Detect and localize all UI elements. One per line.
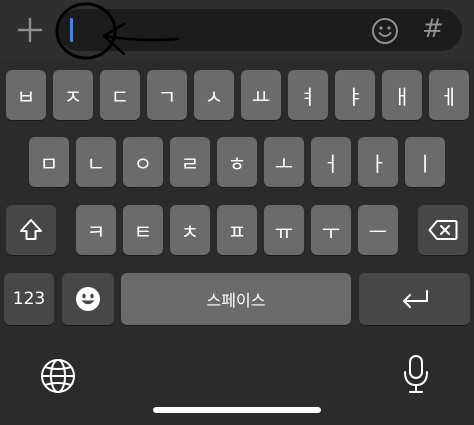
key-label: ㅍ [227,219,247,244]
space-key-label: 스페이스 [206,291,266,310]
key-row3[interactable]: ㅋ [76,205,116,255]
key-row3[interactable]: ㅍ [217,205,257,255]
key-row2[interactable]: ㅇ [123,137,163,187]
key-row1[interactable]: ㅐ [382,70,422,120]
backspace-key[interactable] [418,205,468,255]
key-row2[interactable]: ㅁ [29,137,69,187]
key-row1[interactable]: ㅕ [288,70,328,120]
key-label: ㅋ [86,219,106,244]
return-icon [402,290,428,308]
key-label: ㅣ [415,151,435,176]
numbers-key[interactable]: 123 [4,273,54,325]
key-label: ㄹ [180,151,200,176]
key-label: ㅁ [39,151,59,176]
key-label: ㄱ [157,84,177,109]
key-row3[interactable]: ㅜ [311,205,351,255]
key-row1[interactable]: ㅂ [6,70,46,120]
key-label: ㄷ [110,84,130,109]
key-label: ㅑ [345,84,365,109]
hashtag-label: # [422,14,444,44]
key-label: ㅈ [63,84,83,109]
key-row1[interactable]: ㄱ [147,70,187,120]
key-label: ㅡ [368,219,388,244]
key-label: ㅛ [251,84,271,109]
emoji-key[interactable] [62,273,114,325]
shift-icon [20,219,42,240]
key-label: ㅊ [180,219,200,244]
key-row1[interactable]: ㅔ [429,70,469,120]
numbers-key-label: 123 [12,289,46,309]
shift-key[interactable] [6,205,56,255]
key-row2[interactable]: ㄴ [76,137,116,187]
key-label: ㅅ [204,84,224,109]
key-label: ㅕ [298,84,318,109]
emoji-icon[interactable] [370,16,400,46]
hashtag-button[interactable]: # [418,14,450,46]
key-label: ㅗ [274,151,294,176]
return-key[interactable] [359,273,470,325]
backspace-icon [428,220,458,240]
space-key[interactable]: 스페이스 [121,273,351,325]
key-label: ㅓ [321,151,341,176]
key-label: ㅌ [133,219,153,244]
key-row2[interactable]: ㄹ [170,137,210,187]
key-row2[interactable]: ㅎ [217,137,257,187]
key-label: ㅠ [274,219,294,244]
text-cursor [70,18,73,42]
key-row2[interactable]: ㅏ [358,137,398,187]
key-row1[interactable]: ㅛ [241,70,281,120]
message-input[interactable] [58,9,462,51]
key-label: ㄴ [86,151,106,176]
key-row1[interactable]: ㅑ [335,70,375,120]
key-row3[interactable]: ㅠ [264,205,304,255]
key-label: ㅇ [133,151,153,176]
plus-icon[interactable] [14,14,46,46]
key-row1[interactable]: ㄷ [100,70,140,120]
key-row3[interactable]: ㅌ [123,205,163,255]
key-row2[interactable]: ㅣ [405,137,445,187]
key-label: ㅂ [16,84,36,109]
key-row1[interactable]: ㅈ [53,70,93,120]
key-label: ㅐ [392,84,412,109]
input-bar: # [0,0,474,60]
key-label: ㅎ [227,151,247,176]
key-row3[interactable]: ㅡ [358,205,398,255]
key-row2[interactable]: ㅗ [264,137,304,187]
key-row1[interactable]: ㅅ [194,70,234,120]
key-row2[interactable]: ㅓ [311,137,351,187]
home-indicator[interactable] [153,407,321,413]
key-label: ㅜ [321,219,341,244]
microphone-icon[interactable] [400,354,432,396]
key-label: ㅏ [368,151,388,176]
globe-icon[interactable] [38,356,78,396]
key-label: ㅔ [439,84,459,109]
emoji-icon [76,287,100,311]
key-row3[interactable]: ㅊ [170,205,210,255]
